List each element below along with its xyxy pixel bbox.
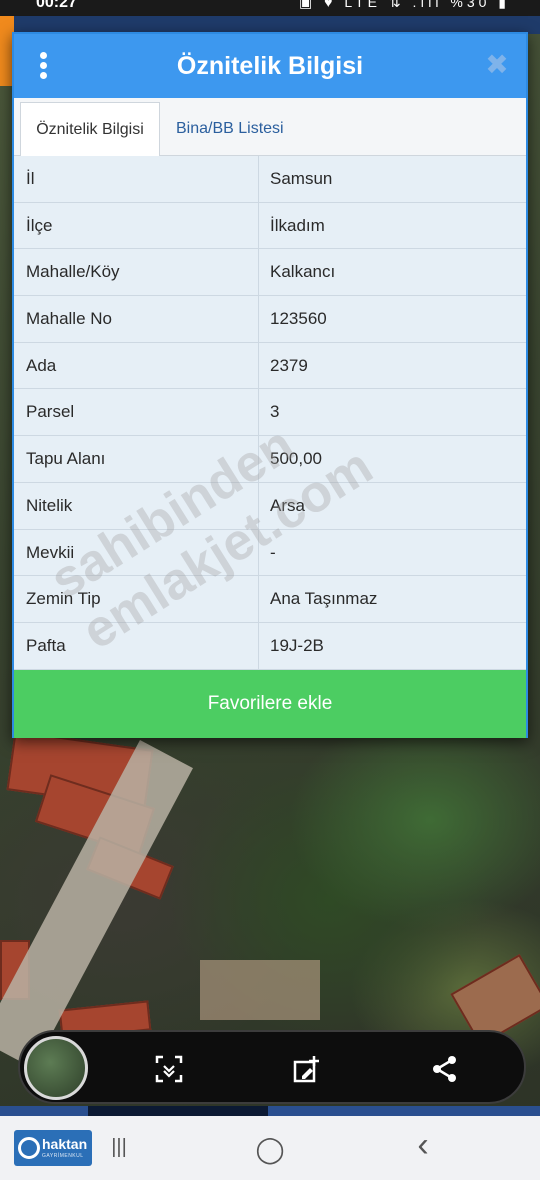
table-row: Ada 2379 — [14, 342, 526, 390]
row-value: Ana Taşınmaz — [270, 589, 378, 609]
row-key: Nitelik — [26, 495, 73, 515]
table-row: İl Samsun — [14, 156, 526, 203]
tab-building-list[interactable]: Bina/BB Listesi — [164, 102, 296, 156]
table-row: Mahalle No 123560 — [14, 296, 526, 343]
table-row: Tapu Alanı 500,00 — [14, 436, 526, 483]
row-key: Parsel — [26, 402, 75, 422]
status-bar: 00:27 ▣ ♥ LTE ⇅ .ıll %30 ▮ — [0, 0, 540, 16]
attribute-info-dialog: Öznitelik Bilgisi ✖ Öznitelik Bilgisi Bi… — [12, 32, 528, 738]
tab-attribute-info[interactable]: Öznitelik Bilgisi — [20, 102, 160, 156]
row-key: İl — [26, 169, 35, 188]
table-row: Zemin Tip Ana Taşınmaz — [14, 576, 526, 623]
road — [200, 960, 320, 1020]
home-button[interactable]: ◯ — [254, 1134, 286, 1164]
brand-subtitle: GAYRİMENKUL — [42, 1153, 84, 1159]
row-value: 19J-2B — [270, 635, 324, 655]
table-row: Pafta 19J-2B — [14, 622, 526, 670]
table-row: Mahalle/Köy Kalkancı — [14, 249, 526, 297]
row-key: Mahalle No — [26, 309, 112, 329]
row-value: Arsa — [270, 495, 305, 515]
bottom-toolbar — [18, 1030, 526, 1104]
row-value: Kalkancı — [270, 262, 336, 282]
row-value: 2379 — [270, 355, 308, 375]
system-nav-bar: haktan GAYRİMENKUL ||| ◯ ‹ — [0, 1116, 540, 1180]
table-row: Parsel 3 — [14, 389, 526, 437]
row-key: Mahalle/Köy — [26, 262, 120, 282]
share-icon[interactable] — [430, 1054, 460, 1084]
recent-apps-button[interactable]: ||| — [104, 1136, 134, 1164]
brand-name: haktan — [42, 1136, 88, 1152]
table-row: İlçe İlkadım — [14, 202, 526, 250]
row-key: Pafta — [26, 635, 66, 655]
status-time: 00:27 — [36, 0, 77, 11]
row-key: Ada — [26, 355, 57, 375]
scan-icon[interactable] — [154, 1054, 184, 1084]
row-key: İlçe — [26, 215, 53, 235]
dialog-header: Öznitelik Bilgisi ✖ — [14, 34, 526, 98]
table-row: Nitelik Arsa — [14, 482, 526, 530]
app-bottom-strip — [0, 1106, 540, 1116]
row-value: İlkadım — [270, 215, 325, 235]
status-icons: ▣ ♥ LTE ⇅ .ıll %30 ▮ — [299, 0, 510, 10]
row-key: Zemin Tip — [26, 589, 101, 609]
map-thumbnail[interactable] — [24, 1036, 88, 1100]
add-to-favorites-button[interactable]: Favorilere ekle — [14, 670, 526, 738]
back-button[interactable]: ‹ — [408, 1126, 438, 1164]
row-key: Mevkii — [26, 542, 75, 562]
brand-icon — [18, 1137, 40, 1159]
row-key: Tapu Alanı — [26, 449, 106, 469]
row-value: Samsun — [270, 169, 333, 188]
row-value: 500,00 — [270, 449, 322, 469]
row-value: 3 — [270, 402, 280, 422]
close-icon[interactable]: ✖ — [482, 50, 512, 80]
attribute-table: İl Samsun İlçe İlkadım Mahalle/Köy Kalkancı… — [14, 156, 526, 670]
table-row: Mevkii - — [14, 529, 526, 577]
dialog-tabs: Öznitelik Bilgisi Bina/BB Listesi — [14, 98, 526, 156]
brand-logo: haktan GAYRİMENKUL — [14, 1130, 92, 1166]
row-value: 123560 — [270, 309, 327, 329]
row-value: - — [270, 542, 276, 562]
dialog-title: Öznitelik Bilgisi — [176, 52, 364, 80]
add-edit-icon[interactable] — [292, 1054, 322, 1084]
